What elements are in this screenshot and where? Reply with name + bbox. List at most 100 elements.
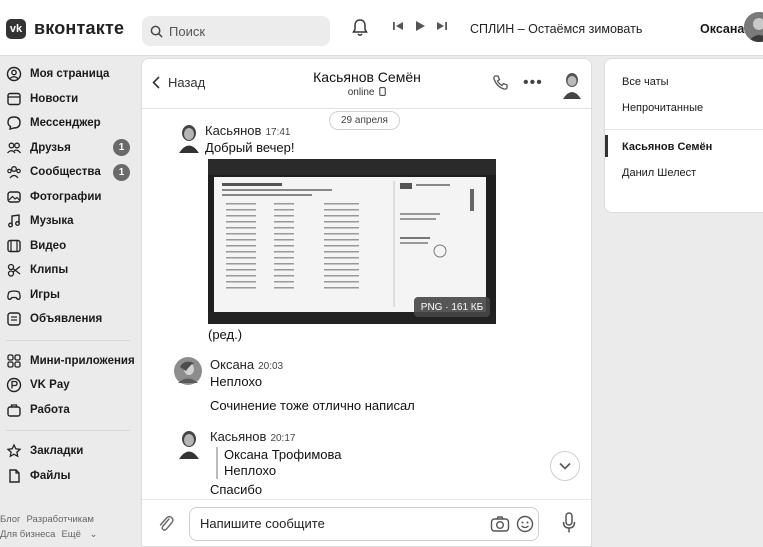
- previous-track-icon[interactable]: [392, 20, 404, 32]
- work-icon: [6, 402, 22, 418]
- nav-item-work[interactable]: Работа: [0, 398, 140, 423]
- search-input[interactable]: [169, 23, 319, 39]
- date-separator: 29 апреля: [329, 111, 400, 130]
- music-icon: [6, 213, 22, 229]
- apps-icon: [6, 353, 22, 369]
- nav-item-video[interactable]: Видео: [0, 234, 140, 259]
- message-composer: [142, 499, 591, 546]
- nav-item-label: Файлы: [30, 469, 71, 482]
- contact-avatar[interactable]: [560, 71, 584, 99]
- search-box[interactable]: [142, 16, 330, 46]
- message-text: Неплохо: [210, 374, 263, 389]
- message-input-box[interactable]: [189, 507, 539, 541]
- footer-business-link[interactable]: Для бизнеса: [0, 529, 55, 540]
- sender-avatar[interactable]: [176, 123, 202, 153]
- nav-item-label: Мини-приложения: [30, 354, 135, 367]
- message-text: Спасибо: [210, 482, 263, 497]
- footer-links: Блог Разработчикам Для бизнеса Ещё ⌄: [0, 512, 140, 542]
- recent-chat[interactable]: Данил Шелест: [622, 167, 696, 179]
- recent-chat-active[interactable]: Касьянов Семён: [622, 141, 712, 153]
- sender-avatar[interactable]: [176, 429, 202, 459]
- paperclip-icon[interactable]: [158, 514, 174, 534]
- photo-icon: [6, 189, 22, 205]
- nav-item-label: VK Pay: [30, 379, 70, 392]
- more-options-icon[interactable]: •••: [523, 74, 543, 92]
- nav-item-music[interactable]: Музыка: [0, 209, 140, 234]
- nav-item-news[interactable]: Новости: [0, 87, 140, 112]
- user-avatar[interactable]: [744, 12, 763, 42]
- video-icon: [6, 238, 22, 254]
- quote-author: Оксана Трофимова: [224, 447, 342, 462]
- nav-item-label: Работа: [30, 403, 70, 416]
- message-icon: [6, 115, 22, 131]
- phone-icon[interactable]: [492, 74, 509, 91]
- chat-title[interactable]: Касьянов Семён: [302, 69, 432, 85]
- message-author[interactable]: Оксана 20:03: [210, 357, 283, 372]
- nav-item-label: Закладки: [30, 445, 84, 458]
- next-track-icon[interactable]: [436, 20, 448, 32]
- nav-item-apps[interactable]: Мини-приложения: [0, 349, 140, 374]
- nav-item-message[interactable]: Мессенджер: [0, 111, 140, 136]
- nav-item-vkpay[interactable]: VK Pay: [0, 373, 140, 398]
- nav-item-label: Видео: [30, 239, 67, 252]
- nav-item-ads[interactable]: Объявления: [0, 307, 140, 332]
- friends-icon: [6, 140, 22, 156]
- search-icon: [150, 25, 163, 38]
- message-input[interactable]: [200, 516, 470, 531]
- play-icon[interactable]: [414, 20, 426, 32]
- nav-item-user[interactable]: Моя страница: [0, 62, 140, 87]
- scroll-down-button[interactable]: [550, 451, 580, 481]
- nav-item-label: Новости: [30, 92, 79, 105]
- track-title[interactable]: СПЛИН – Остаёмся зимовать: [470, 22, 642, 36]
- nav-item-clips[interactable]: Клипы: [0, 258, 140, 283]
- message-time: 17:41: [265, 127, 291, 138]
- chat-status: online: [302, 87, 432, 98]
- left-navigation: Моя страница Новости Мессенджер Друзья 1 Сооб…: [0, 62, 140, 488]
- message-author[interactable]: Касьянов 17:41: [205, 123, 290, 138]
- logo-text: вконтакте: [34, 18, 125, 38]
- mobile-icon: [379, 87, 386, 96]
- footer-developers-link[interactable]: Разработчикам: [27, 514, 94, 525]
- message-author[interactable]: Касьянов 20:17: [210, 429, 295, 444]
- sender-avatar[interactable]: [174, 357, 202, 385]
- nav-item-label: Игры: [30, 288, 60, 301]
- nav-item-label: Фотографии: [30, 190, 102, 203]
- message-text: Сочинение тоже отлично написал: [210, 398, 415, 413]
- notification-count-badge: 1: [113, 139, 130, 157]
- back-button[interactable]: Назад: [152, 75, 205, 90]
- games-icon: [6, 287, 22, 303]
- message-time: 20:17: [270, 433, 296, 444]
- nav-item-label: Моя страница: [30, 68, 110, 81]
- quoted-message[interactable]: Оксана Трофимова Неплохо: [216, 447, 341, 479]
- communities-icon: [6, 164, 22, 180]
- vk-logo[interactable]: vk вконтакте: [6, 18, 124, 39]
- chevron-left-icon: [152, 76, 160, 89]
- current-user-name[interactable]: Оксана: [700, 22, 744, 36]
- nav-item-communities[interactable]: Сообщества 1: [0, 160, 140, 185]
- microphone-icon[interactable]: [562, 512, 576, 534]
- filter-all-chats[interactable]: Все чаты: [622, 76, 669, 88]
- nav-item-games[interactable]: Игры: [0, 283, 140, 308]
- clips-icon: [6, 262, 22, 278]
- filter-unread[interactable]: Непрочитанные: [622, 102, 703, 114]
- notification-count-badge: 1: [113, 163, 130, 181]
- nav-item-label: Объявления: [30, 313, 103, 326]
- audio-player: [392, 20, 448, 32]
- camera-icon[interactable]: [490, 515, 510, 533]
- bell-icon[interactable]: [352, 18, 368, 37]
- edited-label: (ред.): [208, 327, 243, 342]
- ads-icon: [6, 311, 22, 327]
- footer-more-link[interactable]: Ещё ⌄: [61, 529, 97, 540]
- back-label: Назад: [168, 75, 206, 90]
- nav-item-friends[interactable]: Друзья 1: [0, 136, 140, 161]
- news-icon: [6, 91, 22, 107]
- footer-blog-link[interactable]: Блог: [0, 514, 21, 525]
- user-icon: [6, 66, 22, 82]
- nav-item-label: Музыка: [30, 215, 74, 228]
- nav-item-photo[interactable]: Фотографии: [0, 185, 140, 210]
- emoji-icon[interactable]: [516, 515, 534, 533]
- files-icon: [6, 468, 22, 484]
- nav-item-bookmark[interactable]: Закладки: [0, 439, 140, 464]
- nav-item-files[interactable]: Файлы: [0, 464, 140, 489]
- vkpay-icon: [6, 377, 22, 393]
